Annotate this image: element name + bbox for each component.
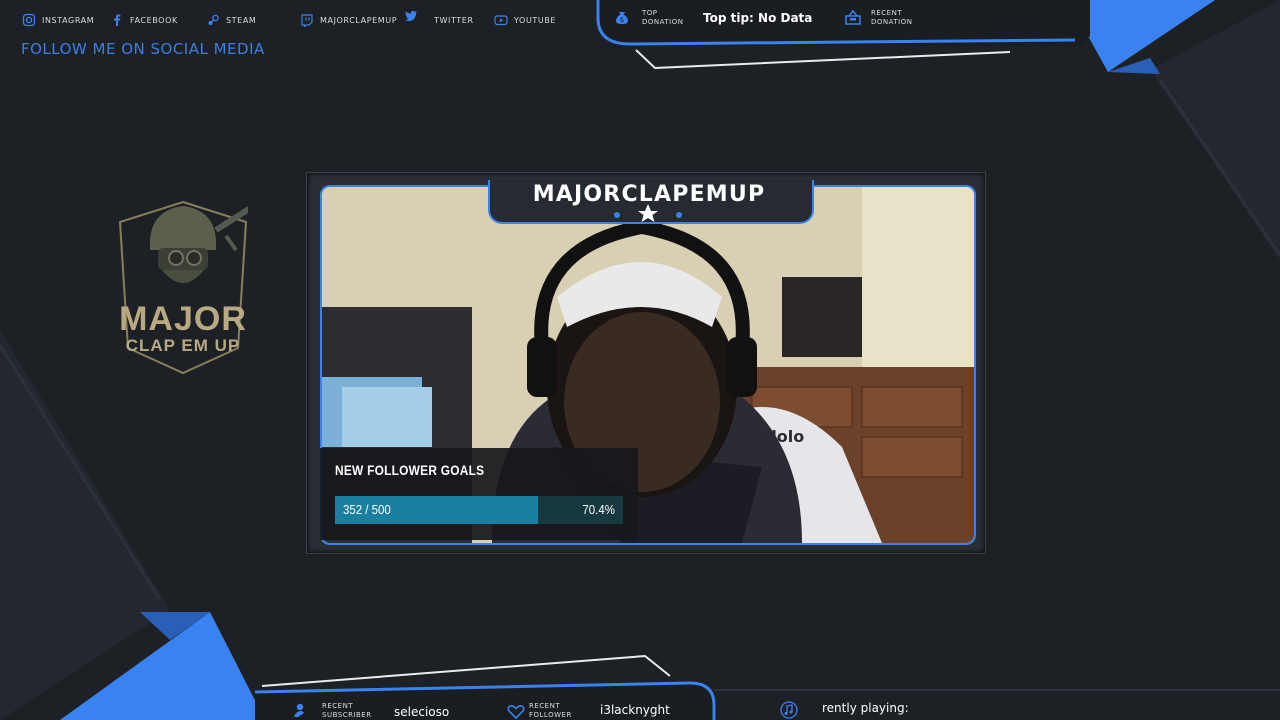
- recent-follower-label: RECENT FOLLOWER: [529, 702, 572, 720]
- recent-follower-label-line1: RECENT: [529, 702, 561, 710]
- social-label: TWITTER: [434, 15, 474, 25]
- music-note-icon: [780, 701, 798, 719]
- recent-subscriber-label: RECENT SUBSCRIBER: [322, 702, 372, 720]
- social-label: MAJORCLAPEMUP: [320, 15, 398, 25]
- donation-box-icon: [845, 9, 861, 25]
- top-donation-label-line1: TOP: [642, 9, 658, 17]
- recent-follower-value: i3lacknyght: [600, 703, 670, 717]
- recent-follower-label-line2: FOLLOWER: [529, 711, 572, 719]
- facebook-icon: [114, 14, 121, 26]
- recent-subscriber-value: selecioso: [394, 705, 450, 719]
- logo-line1: MAJOR: [119, 300, 247, 338]
- social-item-twitch[interactable]: MAJORCLAPEMUP: [300, 10, 397, 30]
- social-label: INSTAGRAM: [42, 15, 95, 25]
- money-bag-icon: $: [616, 12, 628, 24]
- star-divider-icon: [614, 204, 682, 222]
- social-item-steam[interactable]: STEAM: [206, 10, 256, 30]
- svg-text:$: $: [620, 16, 624, 24]
- now-playing-text: rently playing:: [822, 701, 909, 715]
- heart-icon: [507, 705, 525, 719]
- social-item-facebook[interactable]: FACEBOOK: [110, 10, 178, 30]
- steam-icon: [208, 14, 219, 25]
- recent-subscriber-label-line2: SUBSCRIBER: [322, 711, 372, 719]
- social-label: FACEBOOK: [130, 15, 178, 25]
- follower-goal-progress-bar: 352 / 500 70.4%: [335, 496, 623, 524]
- youtube-icon: [494, 15, 508, 26]
- twitter-icon: [404, 10, 417, 22]
- recent-donation-label-line1: RECENT: [871, 9, 903, 17]
- social-item-twitter[interactable]: TWITTER: [434, 10, 474, 30]
- social-item-instagram[interactable]: INSTAGRAM: [22, 10, 94, 30]
- social-item-youtube[interactable]: YOUTUBE: [494, 10, 556, 30]
- top-donation-label: TOP DONATION: [642, 9, 683, 27]
- subscriber-icon: [294, 703, 304, 717]
- instagram-icon: [22, 13, 36, 27]
- follower-goal-percent: 70.4%: [582, 502, 615, 517]
- chair-brand: zlolo: [762, 427, 805, 446]
- follower-goal-count: 352 / 500: [343, 502, 391, 517]
- follower-goal-title: NEW FOLLOWER GOALS: [335, 462, 485, 478]
- recent-subscriber-label-line1: RECENT: [322, 702, 354, 710]
- recent-donation-label: RECENT DONATION: [871, 9, 912, 27]
- top-donation-label-line2: DONATION: [642, 18, 684, 26]
- top-donation-value: Top tip: No Data: [703, 11, 813, 25]
- social-label: STEAM: [226, 15, 257, 25]
- recent-donation-label-line2: DONATION: [871, 18, 913, 26]
- twitch-icon: [301, 14, 313, 27]
- social-label: YOUTUBE: [514, 15, 557, 25]
- logo-line2: CLAP EM UP: [125, 336, 241, 355]
- follow-title: FOLLOW ME ON SOCIAL MEDIA: [21, 40, 265, 58]
- channel-logo: MAJOR CLAP EM UP: [118, 200, 248, 375]
